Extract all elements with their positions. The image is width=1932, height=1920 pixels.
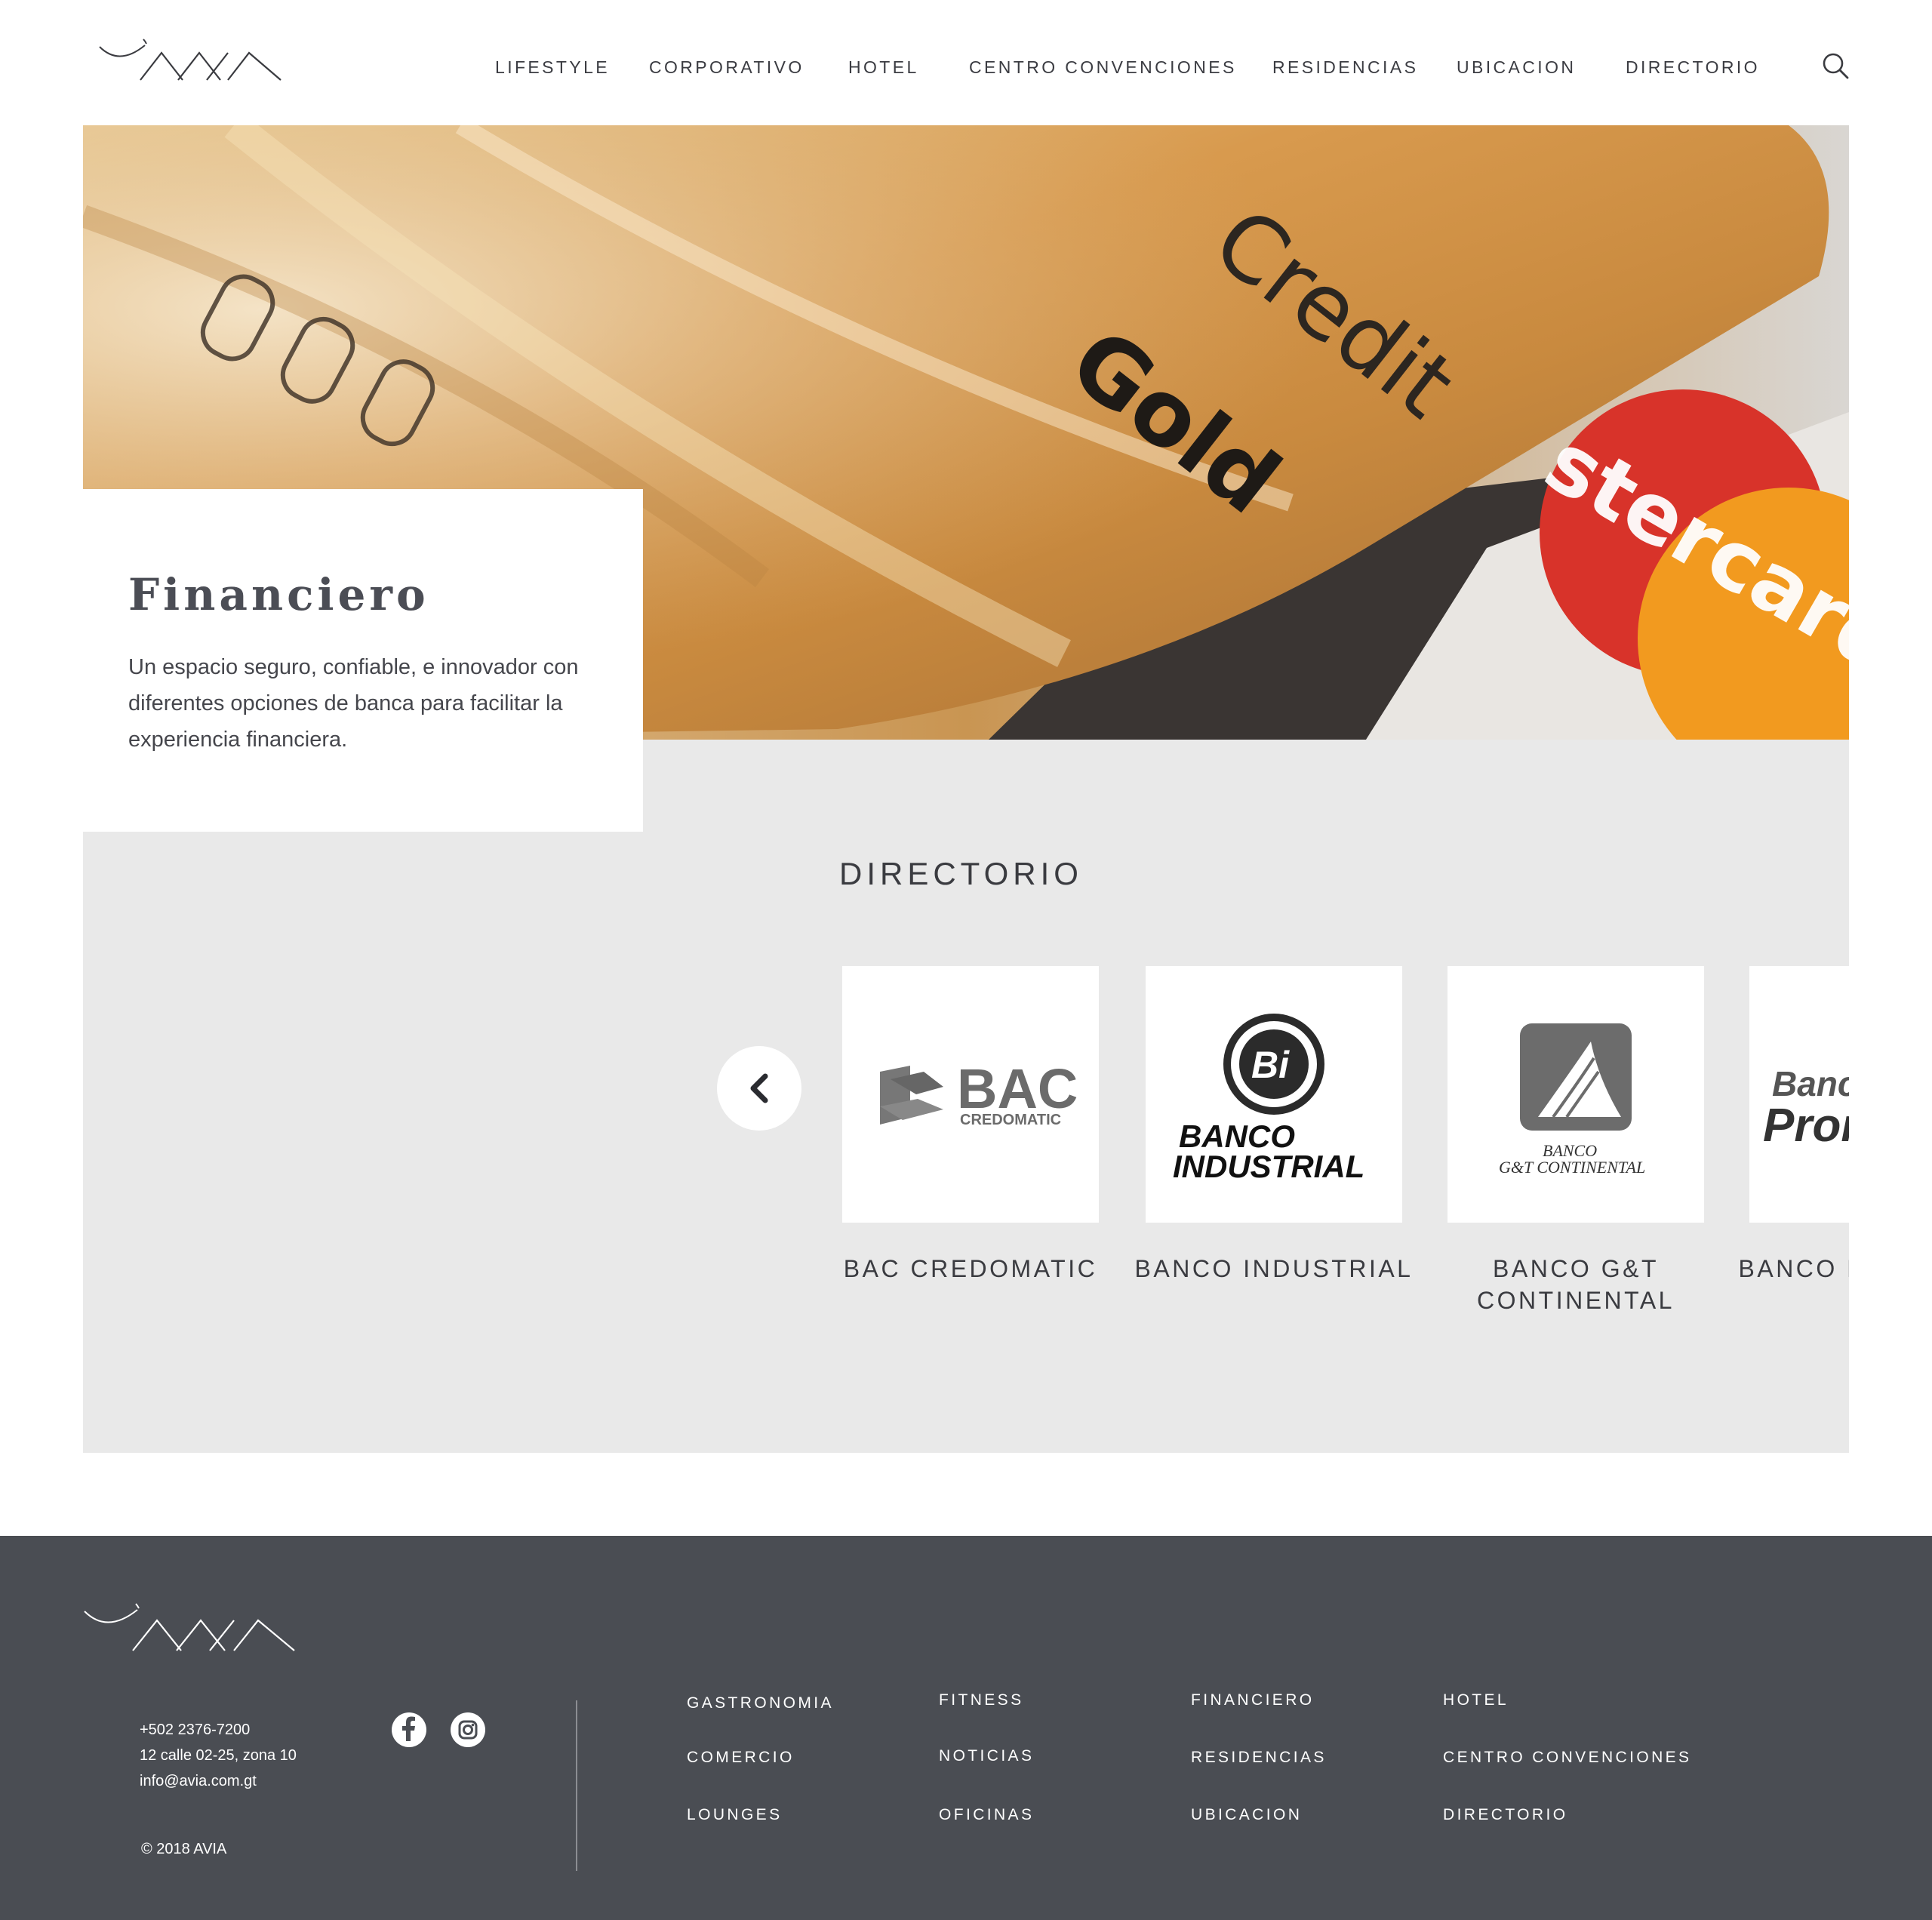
directory-card-banco-promerica[interactable]: Banco Promerica BANCO PROMERICA [1739, 966, 1849, 1282]
main-nav: LIFESTYLE CORPORATIVO HOTEL CENTRO CONVE… [0, 57, 1932, 83]
carousel-prev-button[interactable] [717, 1046, 801, 1131]
footer-link-centro-convenciones[interactable]: CENTRO CONVENCIONES [1443, 1749, 1691, 1767]
card-name: BANCO G&T CONTINENTAL [1477, 1255, 1675, 1314]
footer-phone[interactable]: +502 2376-7200 [140, 1717, 297, 1743]
svg-text:CREDOMATIC: CREDOMATIC [960, 1112, 1061, 1128]
directory-card-banco-gt[interactable]: BANCO G&T CONTINENTAL BANCO G&T CONTINEN… [1447, 966, 1704, 1314]
nav-directorio[interactable]: DIRECTORIO [1626, 57, 1760, 78]
directory-title: DIRECTORIO [839, 856, 1083, 891]
nav-centro-convenciones[interactable]: CENTRO CONVENCIONES [969, 57, 1237, 78]
footer-contact: +502 2376-7200 12 calle 02-25, zona 10 i… [140, 1717, 297, 1794]
footer-copyright: © 2018 AVIA [141, 1841, 227, 1857]
svg-text:Banco: Banco [1772, 1064, 1849, 1103]
banco-promerica-logo: Banco Promerica [1749, 966, 1849, 1223]
footer-avia-logo[interactable] [83, 1601, 299, 1657]
category-description: Un espacio seguro, confiable, e innovado… [128, 655, 579, 752]
nav-ubicacion[interactable]: UBICACION [1457, 57, 1576, 78]
svg-text:BAC: BAC [957, 1057, 1078, 1120]
card-name: BAC CREDOMATIC [843, 1255, 1098, 1282]
card-name: BANCO PROMERICA [1738, 1255, 1850, 1282]
footer-link-ubicacion[interactable]: UBICACION [1191, 1806, 1302, 1824]
banco-industrial-logo: Bi BANCO INDUSTRIAL [1146, 966, 1402, 1223]
footer-link-financiero[interactable]: FINANCIERO [1191, 1691, 1315, 1709]
svg-text:Promerica: Promerica [1763, 1100, 1849, 1152]
svg-text:G&T CONTINENTAL: G&T CONTINENTAL [1499, 1158, 1645, 1177]
footer-link-hotel[interactable]: HOTEL [1443, 1691, 1509, 1709]
chevron-left-icon [750, 1073, 768, 1103]
category-card: Financiero Un espacio seguro, confiable,… [83, 489, 643, 832]
footer-link-noticias[interactable]: NOTICIAS [939, 1747, 1034, 1765]
footer-divider [576, 1700, 577, 1871]
card-name: BANCO INDUSTRIAL [1134, 1255, 1414, 1282]
footer-link-lounges[interactable]: LOUNGES [687, 1806, 783, 1824]
nav-hotel[interactable]: HOTEL [848, 57, 919, 78]
directory-card-bac[interactable]: BAC CREDOMATIC BAC CREDOMATIC [842, 966, 1099, 1282]
directory-carousel: BAC CREDOMATIC BAC CREDOMATIC Bi BANCO I… [842, 966, 1849, 1328]
footer-email[interactable]: info@avia.com.gt [140, 1768, 297, 1794]
svg-text:INDUSTRIAL: INDUSTRIAL [1173, 1149, 1364, 1184]
footer-link-gastronomia[interactable]: GASTRONOMIA [687, 1694, 834, 1712]
nav-corporativo[interactable]: CORPORATIVO [649, 57, 804, 78]
directory-card-banco-industrial[interactable]: Bi BANCO INDUSTRIAL BANCO INDUSTRIAL [1135, 966, 1411, 1282]
nav-lifestyle[interactable]: LIFESTYLE [495, 57, 610, 78]
banco-gt-logo: BANCO G&T CONTINENTAL [1447, 966, 1704, 1223]
svg-text:Bi: Bi [1251, 1044, 1290, 1086]
facebook-icon[interactable] [392, 1712, 426, 1747]
footer: +502 2376-7200 12 calle 02-25, zona 10 i… [0, 1536, 1932, 1920]
category-title: Financiero [128, 569, 429, 620]
search-icon[interactable] [1820, 51, 1850, 82]
footer-address: 12 calle 02-25, zona 10 [140, 1747, 297, 1764]
footer-link-comercio[interactable]: COMERCIO [687, 1749, 795, 1767]
footer-link-fitness[interactable]: FITNESS [939, 1691, 1023, 1709]
footer-link-oficinas[interactable]: OFICINAS [939, 1806, 1034, 1824]
footer-link-directorio[interactable]: DIRECTORIO [1443, 1806, 1567, 1824]
bac-logo: BAC CREDOMATIC [842, 966, 1099, 1223]
instagram-icon[interactable] [451, 1712, 485, 1747]
nav-residencias[interactable]: RESIDENCIAS [1272, 57, 1418, 78]
footer-link-residencias[interactable]: RESIDENCIAS [1191, 1749, 1327, 1767]
